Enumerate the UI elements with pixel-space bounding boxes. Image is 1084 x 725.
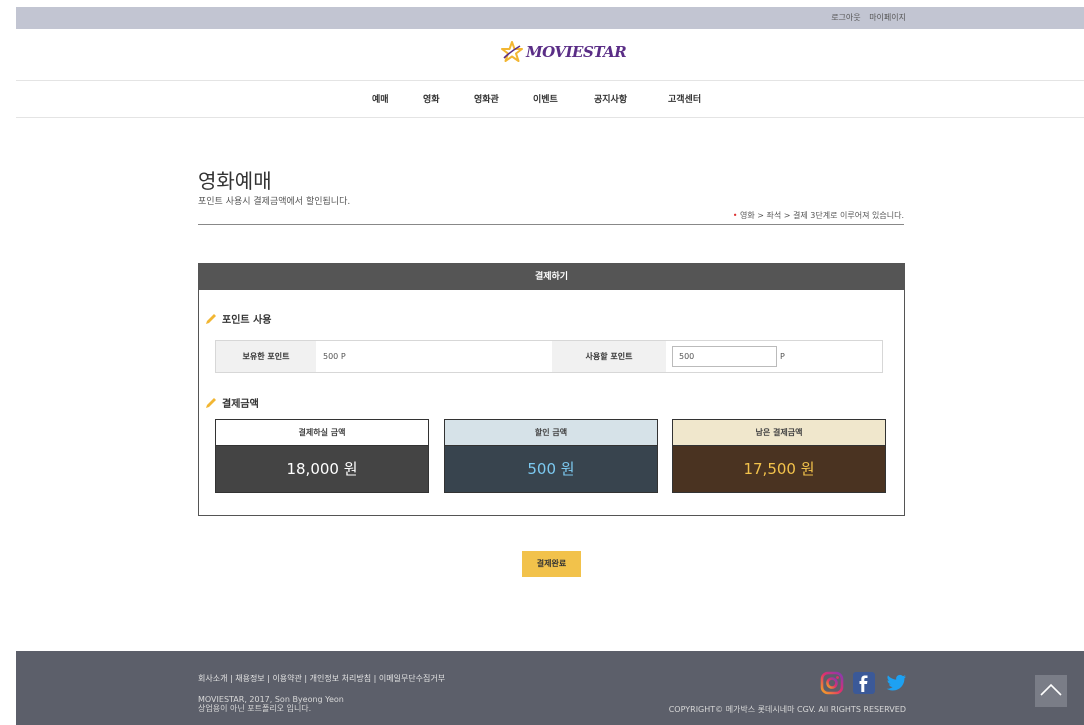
top-links: 로그아웃 마이페이지: [825, 12, 906, 23]
nav-item-movie[interactable]: 영화: [423, 92, 440, 105]
nav-item-support[interactable]: 고객센터: [668, 92, 701, 105]
title-divider: [198, 224, 904, 225]
amount-section-title: 결제금액: [205, 395, 259, 410]
owned-point-label: 보유한 포인트: [216, 341, 316, 372]
main-nav: 예매 영화 영화관 이벤트 공지사항 고객센터: [0, 92, 1084, 106]
scroll-top-button[interactable]: [1035, 675, 1067, 707]
use-point-input[interactable]: 500: [672, 346, 777, 367]
star-logo-icon: [501, 41, 523, 62]
facebook-icon[interactable]: [852, 671, 876, 695]
pencil-icon: [206, 313, 216, 324]
step-guide: • 영화 > 좌석 > 결제 3단계로 이루어져 있습니다.: [733, 210, 904, 221]
total-amount-label: 결제하실 금액: [216, 420, 428, 446]
footer-info-line1: MOVIESTAR, 2017, Son Byeong Yeon: [198, 695, 344, 704]
discount-amount-label: 할인 금액: [445, 420, 657, 446]
payment-panel: 결제하기 포인트 사용 보유한 포인트 500 P 사용할 포인트 500 P …: [198, 263, 905, 516]
step-guide-text: 영화 > 좌석 > 결제 3단계로 이루어져 있습니다.: [740, 211, 904, 220]
bullet-icon: •: [732, 211, 738, 220]
nav-item-notice[interactable]: 공지사항: [594, 92, 627, 105]
remaining-amount-box: 남은 결제금액 17,500 원: [672, 419, 886, 493]
chevron-up-icon: [1040, 683, 1062, 696]
remaining-amount-value: 17,500 원: [673, 446, 885, 492]
page-description: 포인트 사용시 결제금액에서 할인됩니다.: [198, 197, 351, 207]
point-section-label: 포인트 사용: [222, 315, 272, 326]
nav-item-event[interactable]: 이벤트: [533, 92, 558, 105]
header-divider: [16, 80, 1084, 81]
total-amount-value: 18,000 원: [216, 446, 428, 492]
point-box: 보유한 포인트 500 P 사용할 포인트 500 P: [215, 340, 883, 373]
footer-copyright: COPYRIGHT© 메가박스 롯데시네마 CGV. All RIGHTS RE…: [668, 705, 906, 714]
use-point-label: 사용할 포인트: [552, 341, 666, 372]
total-amount-box: 결제하실 금액 18,000 원: [215, 419, 429, 493]
social-links: [820, 671, 908, 695]
footer: 회사소개 | 채용정보 | 이용약관 | 개인정보 처리방침 | 이메일무단수집…: [16, 651, 1084, 725]
logout-link[interactable]: 로그아웃: [831, 13, 860, 22]
payment-complete-button[interactable]: 결제완료: [522, 551, 581, 577]
mypage-link[interactable]: 마이페이지: [869, 13, 906, 22]
nav-divider: [16, 117, 1084, 118]
discount-amount-box: 할인 금액 500 원: [444, 419, 658, 493]
site-logo[interactable]: MOVIESTAR: [500, 40, 627, 64]
logo-text: MOVIESTAR: [526, 43, 627, 61]
owned-point-value: 500 P: [323, 352, 346, 361]
instagram-icon[interactable]: [820, 671, 844, 695]
footer-links-text[interactable]: 회사소개 | 채용정보 | 이용약관 | 개인정보 처리방침 | 이메일무단수집…: [198, 674, 445, 683]
footer-info: MOVIESTAR, 2017, Son Byeong Yeon 상업용이 아닌…: [198, 695, 344, 713]
payment-header: 결제하기: [199, 264, 904, 290]
discount-amount-value: 500 원: [445, 446, 657, 492]
remaining-amount-label: 남은 결제금액: [673, 420, 885, 446]
nav-item-theater[interactable]: 영화관: [474, 92, 499, 105]
footer-info-line2: 상업용이 아닌 포트폴리오 입니다.: [198, 704, 312, 713]
top-bar: 로그아웃 마이페이지: [16, 7, 1084, 29]
amount-section-label: 결제금액: [222, 399, 259, 410]
page-title: 영화예매: [198, 169, 272, 193]
nav-item-reserve[interactable]: 예매: [372, 92, 389, 105]
footer-links: 회사소개 | 채용정보 | 이용약관 | 개인정보 처리방침 | 이메일무단수집…: [198, 673, 445, 684]
use-point-unit: P: [780, 352, 785, 361]
pencil-icon: [206, 397, 216, 408]
twitter-icon[interactable]: [884, 671, 908, 695]
point-section-title: 포인트 사용: [205, 311, 271, 326]
